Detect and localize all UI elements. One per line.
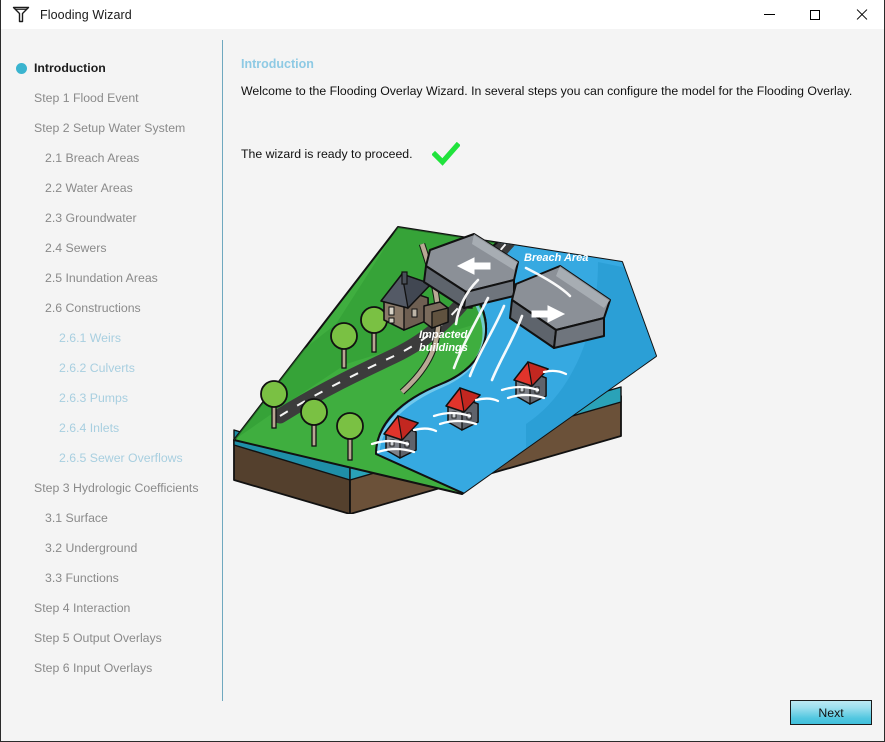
minimize-button[interactable] xyxy=(746,0,792,29)
current-step-bullet-icon xyxy=(16,63,27,74)
sidebar-item-label: 2.6.2 Culverts xyxy=(59,361,135,375)
sidebar-item-label: 2.6.4 Inlets xyxy=(59,421,119,435)
sidebar-item-step-5-output-overlays[interactable]: Step 5 Output Overlays xyxy=(1,623,222,653)
next-button[interactable]: Next xyxy=(790,700,872,725)
sidebar-item-label: Step 2 Setup Water System xyxy=(34,121,185,135)
sidebar-item-introduction[interactable]: Introduction xyxy=(1,53,222,83)
sidebar-item-label: 3.1 Surface xyxy=(45,511,108,525)
sidebar-item-3-3-functions[interactable]: 3.3 Functions xyxy=(1,563,222,593)
sidebar-item-2-3-groundwater[interactable]: 2.3 Groundwater xyxy=(1,203,222,233)
sidebar-item-2-6-5-sewer-overflows: 2.6.5 Sewer Overflows xyxy=(1,443,222,473)
window-controls xyxy=(746,0,884,29)
sidebar-item-2-6-1-weirs: 2.6.1 Weirs xyxy=(1,323,222,353)
close-button[interactable] xyxy=(838,0,884,29)
minimize-icon xyxy=(764,14,775,15)
ready-status-text: The wizard is ready to proceed. xyxy=(241,147,413,161)
intro-paragraph: Welcome to the Flooding Overlay Wizard. … xyxy=(241,84,852,98)
sidebar-item-label: 2.5 Inundation Areas xyxy=(45,271,158,285)
sidebar-item-2-4-sewers[interactable]: 2.4 Sewers xyxy=(1,233,222,263)
sidebar-item-step-3-hydrologic-coefficients[interactable]: Step 3 Hydrologic Coefficients xyxy=(1,473,222,503)
sidebar-item-label: Step 3 Hydrologic Coefficients xyxy=(34,481,199,495)
sidebar-item-2-6-3-pumps: 2.6.3 Pumps xyxy=(1,383,222,413)
page-title: Introduction xyxy=(241,57,314,71)
sidebar-item-2-6-4-inlets: 2.6.4 Inlets xyxy=(1,413,222,443)
sidebar-item-label: 2.3 Groundwater xyxy=(45,211,137,225)
sidebar-item-label: 2.6.1 Weirs xyxy=(59,331,121,345)
sidebar-item-2-6-2-culverts: 2.6.2 Culverts xyxy=(1,353,222,383)
sidebar-item-label: 3.3 Functions xyxy=(45,571,119,585)
sidebar-item-3-2-underground[interactable]: 3.2 Underground xyxy=(1,533,222,563)
flood-breach-diagram: Breach Area Impacted buildings xyxy=(226,204,676,514)
sidebar-item-label: 2.4 Sewers xyxy=(45,241,107,255)
footer-bar: Next xyxy=(1,689,884,741)
sidebar-item-label: Step 6 Input Overlays xyxy=(34,661,152,675)
ready-status-row: The wizard is ready to proceed. xyxy=(241,141,461,167)
sidebar-item-label: Introduction xyxy=(34,61,106,75)
wizard-window: Flooding Wizard Introduction Step 1 Flood… xyxy=(0,0,885,742)
sidebar-item-2-6-constructions[interactable]: 2.6 Constructions xyxy=(1,293,222,323)
sidebar-item-step-1-flood-event[interactable]: Step 1 Flood Event xyxy=(1,83,222,113)
sidebar-item-label: 2.6 Constructions xyxy=(45,301,141,315)
sidebar-item-label: Step 1 Flood Event xyxy=(34,91,139,105)
title-bar: Flooding Wizard xyxy=(1,0,884,29)
sidebar-item-label: 3.2 Underground xyxy=(45,541,137,555)
close-icon xyxy=(856,9,867,20)
sidebar-item-step-4-interaction[interactable]: Step 4 Interaction xyxy=(1,593,222,623)
impacted-buildings-label-line1: Impacted xyxy=(419,329,468,341)
sidebar-item-2-1-breach-areas[interactable]: 2.1 Breach Areas xyxy=(1,143,222,173)
green-check-icon xyxy=(431,141,461,167)
sidebar-item-step-6-input-overlays[interactable]: Step 6 Input Overlays xyxy=(1,653,222,683)
sidebar-item-label: 2.1 Breach Areas xyxy=(45,151,139,165)
window-body: Introduction Step 1 Flood Event Step 2 Set… xyxy=(1,29,884,741)
maximize-button[interactable] xyxy=(792,0,838,29)
maximize-icon xyxy=(810,10,820,20)
sidebar-item-2-5-inundation-areas[interactable]: 2.5 Inundation Areas xyxy=(1,263,222,293)
sidebar-item-3-1-surface[interactable]: 3.1 Surface xyxy=(1,503,222,533)
breach-area-label: Breach Area xyxy=(524,252,588,264)
sidebar-item-label: Step 5 Output Overlays xyxy=(34,631,162,645)
sidebar-item-label: 2.6.3 Pumps xyxy=(59,391,128,405)
wizard-funnel-icon xyxy=(10,5,32,25)
impacted-buildings-label-line2: buildings xyxy=(419,342,468,354)
wizard-step-list: Introduction Step 1 Flood Event Step 2 Set… xyxy=(1,29,222,690)
window-title: Flooding Wizard xyxy=(40,8,132,22)
sidebar-item-step-2-setup-water-system[interactable]: Step 2 Setup Water System xyxy=(1,113,222,143)
sidebar-item-label: 2.2 Water Areas xyxy=(45,181,133,195)
sidebar-item-2-2-water-areas[interactable]: 2.2 Water Areas xyxy=(1,173,222,203)
sidebar-item-label: Step 4 Interaction xyxy=(34,601,130,615)
main-panel: Introduction Welcome to the Flooding Ove… xyxy=(223,29,884,741)
sidebar-item-label: 2.6.5 Sewer Overflows xyxy=(59,451,183,465)
